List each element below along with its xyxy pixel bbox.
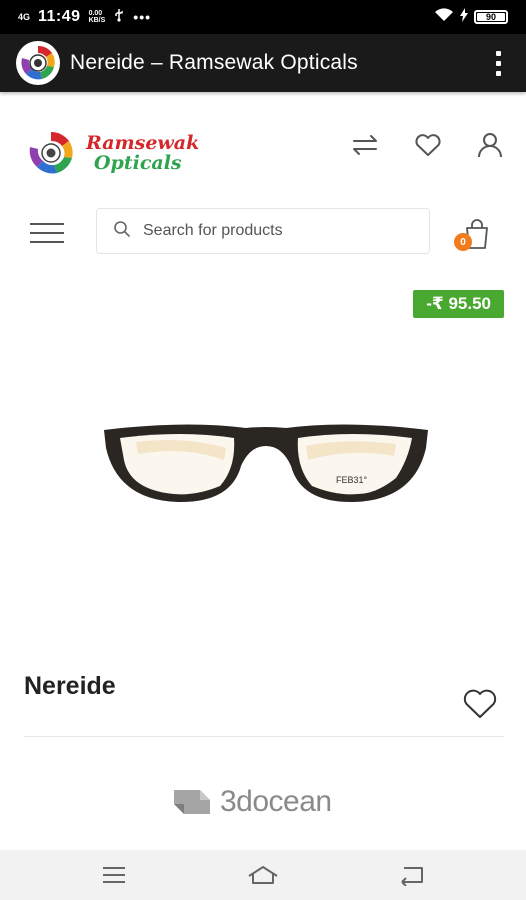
menu-line: [30, 241, 64, 243]
add-to-wishlist-button[interactable]: [462, 688, 498, 720]
back-icon: [400, 867, 423, 886]
overflow-dot: [495, 70, 501, 76]
app-bar: Nereide – Ramsewak Opticals: [0, 34, 526, 92]
home-button[interactable]: [243, 860, 283, 890]
back-button[interactable]: [392, 860, 432, 890]
3docean-logo-icon: [174, 790, 210, 814]
cart-count-badge: 0: [454, 233, 472, 251]
heart-icon[interactable]: [413, 130, 443, 160]
divider: [24, 736, 504, 737]
recent-apps-button[interactable]: [94, 860, 134, 890]
footer-brand-logo: 3docean: [168, 782, 332, 822]
network-indicator: 4G: [18, 11, 31, 22]
system-nav-bar: [0, 850, 526, 900]
menu-line: [30, 232, 64, 234]
overflow-menu-button[interactable]: [486, 45, 510, 81]
menu-lines-icon: [103, 867, 126, 883]
frame-imprint: FEB31°: [336, 475, 368, 485]
more-notifications-icon: •••: [133, 9, 152, 25]
product-image[interactable]: FEB31°: [96, 408, 436, 512]
speed-value: 0.00: [88, 10, 103, 17]
price-badge: -₹ 95.50: [413, 290, 504, 318]
logo-line-2: Opticals: [94, 152, 182, 174]
compare-arrows-icon[interactable]: [350, 130, 380, 160]
menu-line: [30, 223, 64, 225]
search-box[interactable]: [96, 208, 430, 254]
logo-line-1: Ramsewak: [86, 132, 200, 154]
speed-unit: KB/S: [88, 17, 106, 24]
site-logo[interactable]: Ramsewak Opticals: [22, 126, 252, 180]
app-title: Nereide – Ramsewak Opticals: [70, 51, 358, 74]
battery-level: 90: [485, 12, 496, 22]
home-icon: [248, 866, 278, 884]
wifi-icon: [434, 8, 454, 26]
overflow-dot: [495, 60, 501, 66]
search-input[interactable]: [143, 222, 403, 240]
footer-brand-text: 3docean: [220, 785, 332, 818]
hamburger-menu-button[interactable]: [30, 220, 64, 246]
status-time: 11:49: [38, 8, 81, 25]
product-title: Nereide: [24, 672, 116, 700]
overflow-dot: [495, 50, 501, 56]
app-logo-icon: [16, 41, 60, 85]
logo-eye-icon: [29, 131, 73, 174]
network-speed: 0.00 KB/S: [89, 10, 106, 24]
user-icon[interactable]: [475, 130, 505, 160]
usb-icon: [113, 8, 125, 26]
search-icon: [113, 220, 131, 243]
charging-icon: [460, 8, 468, 26]
status-bar: 4G 11:49 0.00 KB/S ••• 90: [0, 0, 526, 34]
heart-outline-icon: [463, 689, 497, 718]
battery-icon: 90: [474, 10, 508, 24]
